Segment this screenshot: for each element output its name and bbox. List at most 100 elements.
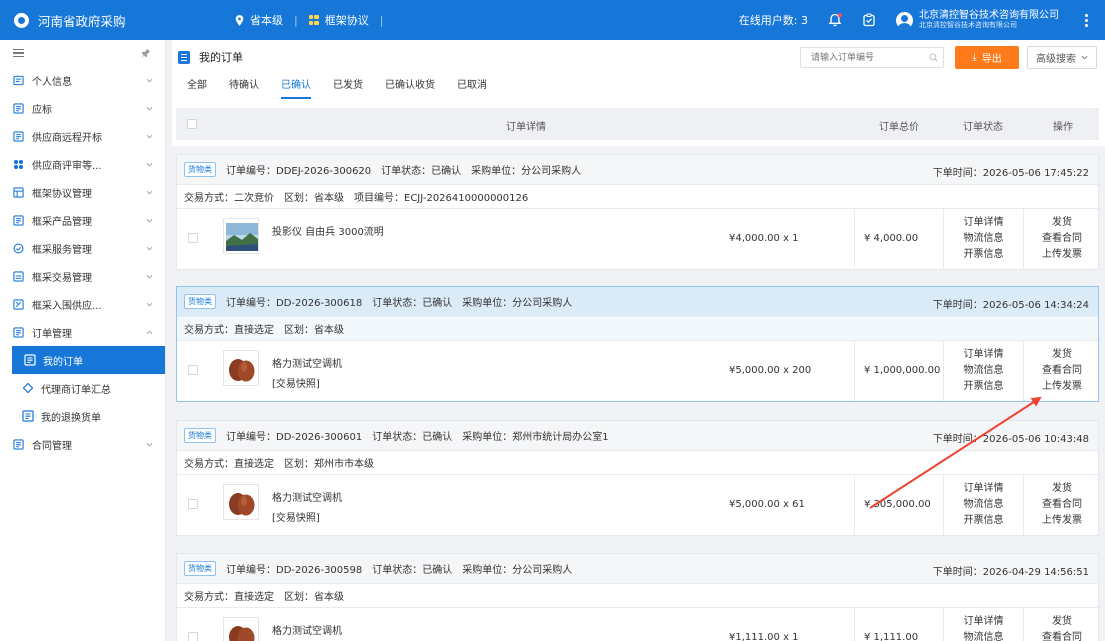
sidebar-item-trade[interactable]: 框采交易管理 xyxy=(0,262,165,290)
logistics-link[interactable]: 物流信息 xyxy=(964,497,1004,513)
sidebar-item-bid[interactable]: 应标 xyxy=(0,94,165,122)
agreement-icon xyxy=(13,186,24,198)
sidebar-item-product[interactable]: 框采产品管理 xyxy=(0,206,165,234)
download-icon: ⤓ xyxy=(972,52,977,63)
order-details-link[interactable]: 订单详情 xyxy=(964,215,1004,231)
nav-framework[interactable]: 框架协议 xyxy=(308,12,369,28)
ship-link[interactable]: 发货 xyxy=(1052,347,1072,363)
tab-pending[interactable]: 待确认 xyxy=(229,76,259,99)
sidebar-item-personal-info[interactable]: 个人信息 xyxy=(0,66,165,94)
order-details-link[interactable]: 订单详情 xyxy=(964,481,1004,497)
order-subheader: 交易方式：直接选定 区划：省本级 xyxy=(177,584,1098,608)
sidebar-item-label: 个人信息 xyxy=(32,76,72,88)
export-button[interactable]: ⤓ 导出 xyxy=(955,46,1019,69)
view-contract-link[interactable]: 查看合同 xyxy=(1042,497,1082,513)
row-checkbox[interactable] xyxy=(188,365,198,375)
product-image[interactable] xyxy=(223,350,259,386)
advanced-search-button[interactable]: 高级搜索 xyxy=(1027,46,1097,69)
pin-icon[interactable] xyxy=(141,48,151,58)
logistics-link[interactable]: 物流信息 xyxy=(964,231,1004,247)
table-header: 订单详情 订单总价 订单状态 操作 xyxy=(176,108,1099,140)
avatar[interactable] xyxy=(896,11,913,29)
order-number: 订单编号：DDEJ-2026-300620 xyxy=(226,166,372,177)
sidebar-item-orders[interactable]: 订单管理 xyxy=(0,318,165,346)
view-contract-link[interactable]: 查看合同 xyxy=(1042,363,1082,379)
nav-divider: | xyxy=(294,13,298,27)
sidebar-item-label: 框架协议管理 xyxy=(32,188,92,200)
top-right: 在线用户数: 3 北京清控智谷技术咨询有限公司 北京清控智谷技术咨询有限公司 xyxy=(739,0,1105,40)
ship-link[interactable]: 发货 xyxy=(1052,614,1072,630)
unit-price: ¥1,111.00 x 1 xyxy=(729,632,799,641)
tab-received[interactable]: 已确认收货 xyxy=(385,76,435,99)
product-image[interactable] xyxy=(223,484,259,520)
search-input[interactable] xyxy=(800,47,944,68)
order-time: 下单时间：2026-04-29 14:56:51 xyxy=(932,567,1089,578)
diamond-icon xyxy=(22,382,34,394)
unit-price: ¥5,000.00 x 61 xyxy=(729,499,805,510)
top-bar: 河南省政府采购 省本级 | 框架协议 | 在线用户数: 3 北京清控智谷技术咨询… xyxy=(0,0,1105,40)
sidebar-item-service[interactable]: 框采服务管理 xyxy=(0,234,165,262)
company-sub: 北京清控智谷技术咨询有限公司 xyxy=(919,20,1017,29)
order-time: 下单时间：2026-05-06 17:45:22 xyxy=(932,168,1089,179)
order-details-link[interactable]: 订单详情 xyxy=(964,614,1004,630)
sidebar-item-review[interactable]: 供应商评审等... xyxy=(0,150,165,178)
upload-invoice-link[interactable]: 上传发票 xyxy=(1042,513,1082,529)
product-image[interactable] xyxy=(223,617,259,641)
invoice-info-link[interactable]: 开票信息 xyxy=(964,379,1004,395)
search-icon[interactable] xyxy=(929,53,938,62)
sidebar-item-label: 框采服务管理 xyxy=(32,244,92,256)
order-total: ¥ 1,000,000.00 xyxy=(864,365,941,376)
sidebar-item-remote-bid[interactable]: 供应商远程开标 xyxy=(0,122,165,150)
company-name: 北京清控智谷技术咨询有限公司 xyxy=(919,10,1059,22)
view-contract-link[interactable]: 查看合同 xyxy=(1042,630,1082,641)
row-checkbox[interactable] xyxy=(188,233,198,243)
tab-confirmed[interactable]: 已确认 xyxy=(281,76,311,99)
sidebar-item-agreement[interactable]: 框架协议管理 xyxy=(0,178,165,206)
trade-snapshot-link[interactable]: [交易快照] xyxy=(272,375,320,390)
unit-price: ¥4,000.00 x 1 xyxy=(729,233,799,244)
tab-cancelled[interactable]: 已取消 xyxy=(457,76,487,99)
nav-region[interactable]: 省本级 xyxy=(235,12,283,28)
view-contract-link[interactable]: 查看合同 xyxy=(1042,231,1082,247)
status-cell: 订单详情 物流信息 开票信息 xyxy=(944,341,1024,401)
trade-method: 交易方式：直接选定 xyxy=(184,325,274,336)
product-image[interactable] xyxy=(223,218,259,254)
company-info[interactable]: 北京清控智谷技术咨询有限公司 北京清控智谷技术咨询有限公司 xyxy=(919,11,1059,29)
bell-icon[interactable] xyxy=(828,13,842,27)
select-all-checkbox[interactable] xyxy=(187,119,197,129)
tab-all[interactable]: 全部 xyxy=(187,76,207,99)
product-name[interactable]: 格力测试空调机 xyxy=(272,622,342,637)
product-name[interactable]: 格力测试空调机 xyxy=(272,489,342,504)
person-icon xyxy=(13,75,24,85)
upload-invoice-link[interactable]: 上传发票 xyxy=(1042,247,1082,263)
invoice-info-link[interactable]: 开票信息 xyxy=(964,513,1004,529)
ship-link[interactable]: 发货 xyxy=(1052,215,1072,231)
task-icon[interactable] xyxy=(862,13,876,27)
app-title: 河南省政府采购 xyxy=(38,13,126,29)
trade-snapshot-link[interactable]: [交易快照] xyxy=(272,509,320,524)
sidebar-subitem-agent-orders[interactable]: 代理商订单汇总 xyxy=(0,374,165,402)
row-checkbox[interactable] xyxy=(188,499,198,509)
more-icon[interactable] xyxy=(1075,13,1097,27)
brand[interactable]: 河南省政府采购 xyxy=(0,11,175,30)
upload-invoice-link[interactable]: 上传发票 xyxy=(1042,379,1082,395)
category-badge: 货物类 xyxy=(184,162,216,177)
order-details-link[interactable]: 订单详情 xyxy=(964,347,1004,363)
unit-price: ¥5,000.00 x 200 xyxy=(729,365,812,376)
sidebar-item-contract[interactable]: 合同管理 xyxy=(0,430,165,458)
row-checkbox[interactable] xyxy=(188,632,198,641)
product-name[interactable]: 格力测试空调机 xyxy=(272,355,342,370)
trade-method: 交易方式：直接选定 xyxy=(184,592,274,603)
sidebar-item-shortlist[interactable]: 框采入围供应... xyxy=(0,290,165,318)
logistics-link[interactable]: 物流信息 xyxy=(964,630,1004,641)
logistics-link[interactable]: 物流信息 xyxy=(964,363,1004,379)
invoice-info-link[interactable]: 开票信息 xyxy=(964,247,1004,263)
ship-link[interactable]: 发货 xyxy=(1052,481,1072,497)
tab-shipped[interactable]: 已发货 xyxy=(333,76,363,99)
sidebar-subitem-returns[interactable]: 我的退换货单 xyxy=(0,402,165,430)
product-name[interactable]: 投影仪 自由兵 3000流明 xyxy=(272,223,384,238)
chevron-down-icon xyxy=(146,218,153,222)
menu-icon[interactable] xyxy=(13,48,24,58)
category-badge: 货物类 xyxy=(184,294,216,309)
sidebar-subitem-my-orders[interactable]: 我的订单 xyxy=(12,346,165,374)
